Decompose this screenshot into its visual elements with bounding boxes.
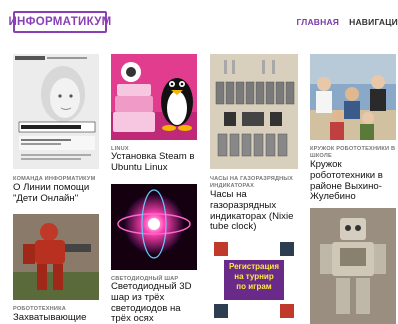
classroom-kids-image — [310, 54, 396, 140]
nixie-parts-image — [210, 54, 298, 169]
post-title[interactable]: Часы на газоразрядных индикаторах (Nixie… — [210, 189, 302, 233]
site-logo[interactable]: ИНФОРМАТИКУМ — [8, 11, 111, 33]
poster-line: Регистрация — [228, 262, 280, 271]
post-category[interactable]: КРУЖОК РОБОТОТЕХНИКИ В ШКОЛЕ — [310, 146, 398, 159]
tournament-poster-text: Регистрация на турнир по играм — [224, 262, 284, 292]
post-thumbnail-tournament[interactable]: Регистрация на турнир по играм — [210, 238, 298, 324]
post-category[interactable]: ЧАСЫ НА ГАЗОРАЗРЯДНЫХ ИНДИКАТОРАХ — [210, 176, 298, 189]
site-header: ИНФОРМАТИКУМ ГЛАВНАЯ НАВИГАЦИ — [0, 0, 398, 46]
red-robot-image — [13, 214, 99, 300]
post-title[interactable]: Кружок робототехники в районе Выхино-Жул… — [310, 159, 398, 203]
led-sphere-image — [111, 184, 197, 270]
poster-line: на турнир — [234, 272, 274, 281]
main-nav: ГЛАВНАЯ НАВИГАЦИ — [296, 17, 398, 31]
poster-line: по играм — [236, 282, 272, 291]
post-thumbnail-helpline[interactable] — [13, 54, 99, 169]
lego-robot-image — [310, 208, 396, 324]
post-thumbnail-steam[interactable] — [111, 54, 197, 140]
post-title[interactable]: О Линии помощи "Дети Онлайн" — [13, 182, 105, 205]
post-thumbnail-robotics[interactable] — [13, 214, 99, 300]
post-title[interactable]: Установка Steam в Ubuntu Linux — [111, 151, 203, 174]
post-title[interactable]: Захватывающие — [13, 312, 105, 324]
helpline-image — [13, 54, 99, 169]
post-thumbnail-led[interactable] — [111, 184, 197, 270]
post-thumbnail-lego[interactable] — [310, 208, 396, 324]
steam-penguin-image — [111, 54, 197, 140]
post-title[interactable]: Светодиодный 3D шар из трёх светодиодов … — [111, 281, 203, 324]
nav-item-home[interactable]: ГЛАВНАЯ — [296, 17, 339, 31]
post-thumbnail-robotics-club[interactable] — [310, 54, 396, 140]
post-thumbnail-nixie[interactable] — [210, 54, 298, 169]
nav-item-navigation[interactable]: НАВИГАЦИ — [349, 17, 398, 31]
